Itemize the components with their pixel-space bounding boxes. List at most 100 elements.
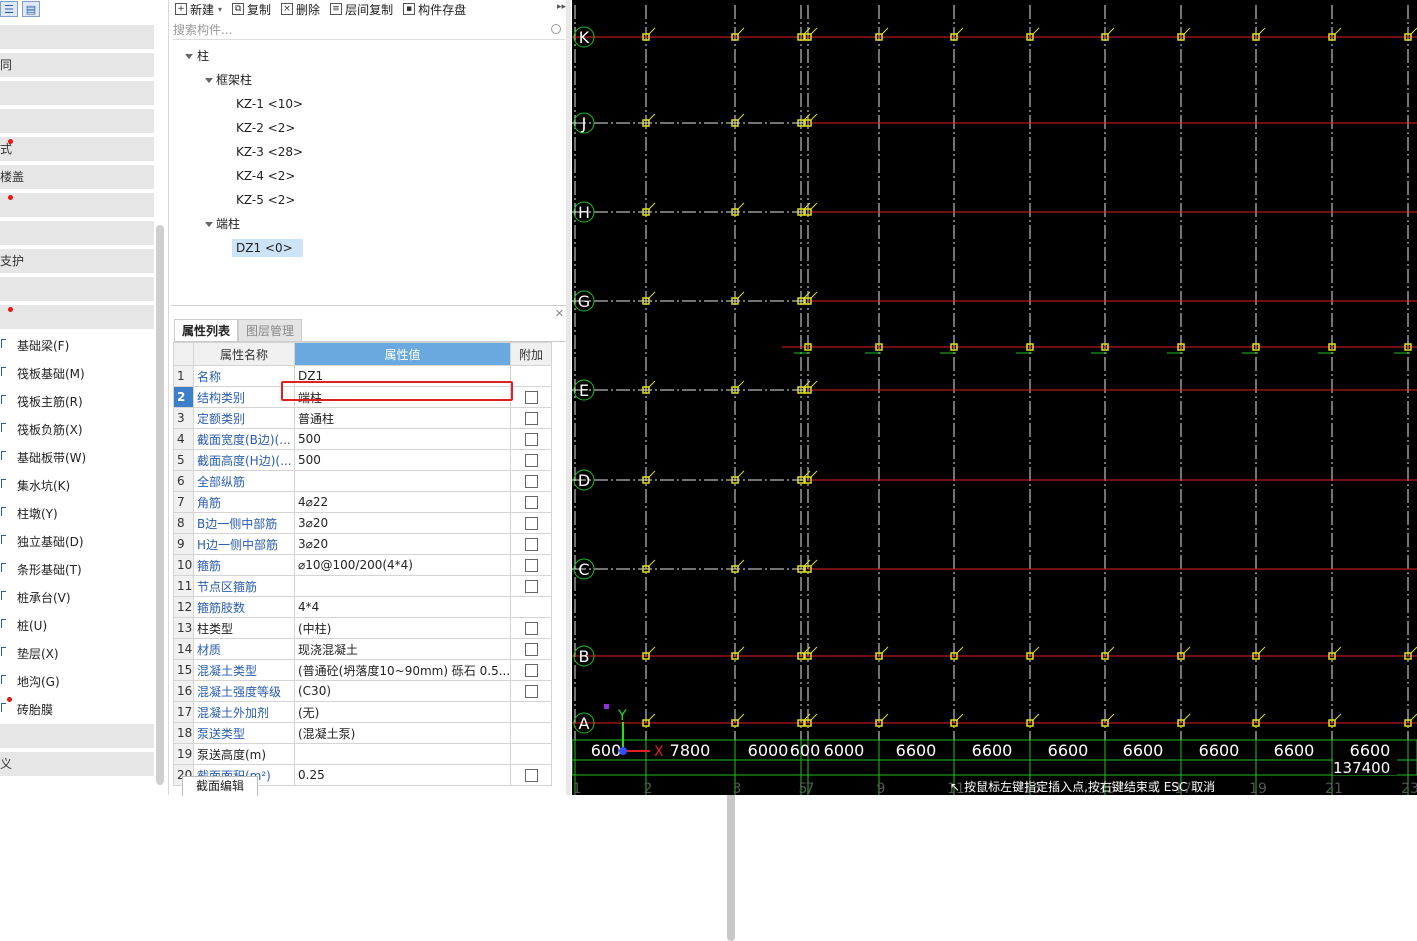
nav-item-0[interactable]: 基础梁(F) <box>0 332 160 360</box>
property-value[interactable]: 0.25 <box>294 764 511 786</box>
property-value[interactable]: (混凝土泵) <box>294 722 511 744</box>
tree-node-root[interactable]: 柱 <box>171 44 566 68</box>
tab-attribute-list[interactable]: 属性列表 <box>174 319 239 341</box>
dropdown-arrow-icon[interactable]: ▾ <box>218 5 222 14</box>
property-value[interactable]: (普通砼(坍落度10~90mm) 砾石 0.5... <box>294 659 511 681</box>
nav-item-5[interactable]: 集水坑(K) <box>0 472 160 500</box>
property-row[interactable]: 4 截面宽度(B边)(... 500 <box>173 428 552 450</box>
property-row[interactable]: 12 箍筋肢数 4*4 <box>173 596 552 618</box>
property-row[interactable]: 14 材质 现浇混凝土 <box>173 638 552 660</box>
property-value[interactable]: 4⌀22 <box>294 491 511 513</box>
extra-checkbox[interactable] <box>524 517 538 530</box>
property-row[interactable]: 6 全部纵筋 <box>173 470 552 492</box>
property-value[interactable] <box>294 470 511 492</box>
property-value[interactable]: (无) <box>294 701 511 723</box>
nav-group-5[interactable]: 楼盖 <box>0 165 154 189</box>
nav-bottom-group-0[interactable] <box>0 724 154 748</box>
tab-layer-manager[interactable]: 图层管理 <box>238 319 303 341</box>
detail-view-icon[interactable]: ▤ <box>22 1 40 17</box>
property-value[interactable]: 500 <box>294 449 511 471</box>
nav-item-1[interactable]: 筏板基础(M) <box>0 360 160 388</box>
extra-checkbox[interactable] <box>524 664 538 677</box>
floor-copy-button[interactable]: ≡ 层间复制 <box>330 1 393 18</box>
property-value[interactable]: 3⌀20 <box>294 512 511 534</box>
nav-item-4[interactable]: 基础板带(W) <box>0 444 160 472</box>
property-value[interactable]: 现浇混凝土 <box>294 638 511 660</box>
property-value[interactable]: 4*4 <box>294 596 511 618</box>
property-row[interactable]: 17 混凝土外加剂 (无) <box>173 701 552 723</box>
property-row[interactable]: 3 定额类别 普通柱 <box>173 407 552 429</box>
extra-checkbox[interactable] <box>524 496 538 509</box>
property-row[interactable]: 11 节点区箍筋 <box>173 575 552 597</box>
cad-grid-drawing[interactable]: KJHGEDCBA600 7800 6000 600 6000 6600 6600 6600 6… <box>572 0 1417 795</box>
extra-checkbox[interactable] <box>524 454 538 467</box>
extra-checkbox[interactable] <box>524 580 538 593</box>
tree-node-frame-column[interactable]: 框架柱 <box>171 68 566 92</box>
property-row[interactable]: 16 混凝土强度等级 (C30) <box>173 680 552 702</box>
new-button[interactable]: + 新建 ▾ <box>175 1 222 18</box>
extra-checkbox[interactable] <box>524 685 538 698</box>
nav-item-10[interactable]: 桩(U) <box>0 612 160 640</box>
left-nav-scrollbar[interactable] <box>156 225 164 785</box>
extra-checkbox[interactable] <box>524 433 538 446</box>
tree-item-kz[interactable]: KZ-2 <2> <box>171 116 566 140</box>
property-row[interactable]: 19 泵送高度(m) <box>173 743 552 765</box>
extra-checkbox[interactable] <box>524 412 538 425</box>
nav-item-2[interactable]: 筏板主筋(R) <box>0 388 160 416</box>
property-row[interactable]: 15 混凝土类型 (普通砼(坍落度10~90mm) 砾石 0.5... <box>173 659 552 681</box>
toolbar-more-icon[interactable]: ▸▸ <box>557 2 566 12</box>
property-value[interactable]: 500 <box>294 428 511 450</box>
nav-item-12[interactable]: 地沟(G) <box>0 668 160 696</box>
nav-group-1[interactable]: 同 <box>0 53 154 77</box>
tree-item-kz[interactable]: KZ-4 <2> <box>171 164 566 188</box>
extra-checkbox[interactable] <box>524 622 538 635</box>
extra-checkbox[interactable] <box>524 643 538 656</box>
extra-checkbox[interactable] <box>524 559 538 572</box>
property-row[interactable]: 7 角筋 4⌀22 <box>173 491 552 513</box>
nav-group-3[interactable] <box>0 109 154 133</box>
property-row[interactable]: 8 B边一侧中部筋 3⌀20 <box>173 512 552 534</box>
tree-node-end-column[interactable]: 端柱 <box>171 212 566 236</box>
property-row[interactable]: 18 泵送类型 (混凝土泵) <box>173 722 552 744</box>
nav-item-8[interactable]: 条形基础(T) <box>0 556 160 584</box>
nav-group-8[interactable]: 支护 <box>0 249 154 273</box>
nav-group-0[interactable] <box>0 25 154 49</box>
panel-splitter[interactable] <box>566 0 571 795</box>
property-value[interactable]: 普通柱 <box>294 407 511 429</box>
nav-group-2[interactable] <box>0 81 154 105</box>
property-value[interactable] <box>294 743 511 765</box>
extra-checkbox[interactable] <box>524 538 538 551</box>
nav-group-10[interactable] <box>0 305 154 329</box>
expand-arrow-icon[interactable] <box>185 54 193 59</box>
nav-group-9[interactable] <box>0 277 154 301</box>
nav-item-6[interactable]: 柱墩(Y) <box>0 500 160 528</box>
expand-arrow-icon[interactable] <box>205 222 213 227</box>
copy-button[interactable]: ⧉ 复制 <box>232 1 271 18</box>
nav-group-6[interactable] <box>0 193 154 217</box>
nav-item-9[interactable]: 桩承台(V) <box>0 584 160 612</box>
property-value[interactable] <box>294 575 511 597</box>
tab-section-edit[interactable]: 截面编辑 <box>182 776 258 796</box>
tree-item-kz[interactable]: KZ-3 <28> <box>171 140 566 164</box>
cad-drawing-canvas[interactable]: K J H G E D C B A 600 7800 6000 600 6000 6600 6600 6600 6… <box>572 0 1417 795</box>
nav-item-7[interactable]: 独立基础(D) <box>0 528 160 556</box>
tree-item-kz[interactable]: KZ-1 <10> <box>171 92 566 116</box>
save-component-button[interactable]: ▪ 构件存盘 <box>403 1 466 18</box>
nav-group-7[interactable] <box>0 221 154 245</box>
nav-item-3[interactable]: 筏板负筋(X) <box>0 416 160 444</box>
nav-item-13[interactable]: 砖胎膜 <box>0 696 160 724</box>
property-row[interactable]: 10 箍筋 ⌀10@100/200(4*4) <box>173 554 552 576</box>
tree-item-kz[interactable]: KZ-5 <2> <box>171 188 566 212</box>
extra-checkbox[interactable] <box>524 391 538 404</box>
property-row[interactable]: 9 H边一侧中部筋 3⌀20 <box>173 533 552 555</box>
search-icon[interactable] <box>551 24 561 34</box>
list-view-icon[interactable]: ☰ <box>0 1 18 17</box>
delete-button[interactable]: × 删除 <box>281 1 320 18</box>
extra-checkbox[interactable] <box>524 475 538 488</box>
property-value[interactable]: (中柱) <box>294 617 511 639</box>
nav-item-11[interactable]: 垫层(X) <box>0 640 160 668</box>
extra-checkbox[interactable] <box>524 769 538 782</box>
search-input[interactable]: 搜索构件... <box>173 22 565 40</box>
property-value[interactable]: (C30) <box>294 680 511 702</box>
nav-bottom-group-1[interactable]: 义 <box>0 752 154 776</box>
